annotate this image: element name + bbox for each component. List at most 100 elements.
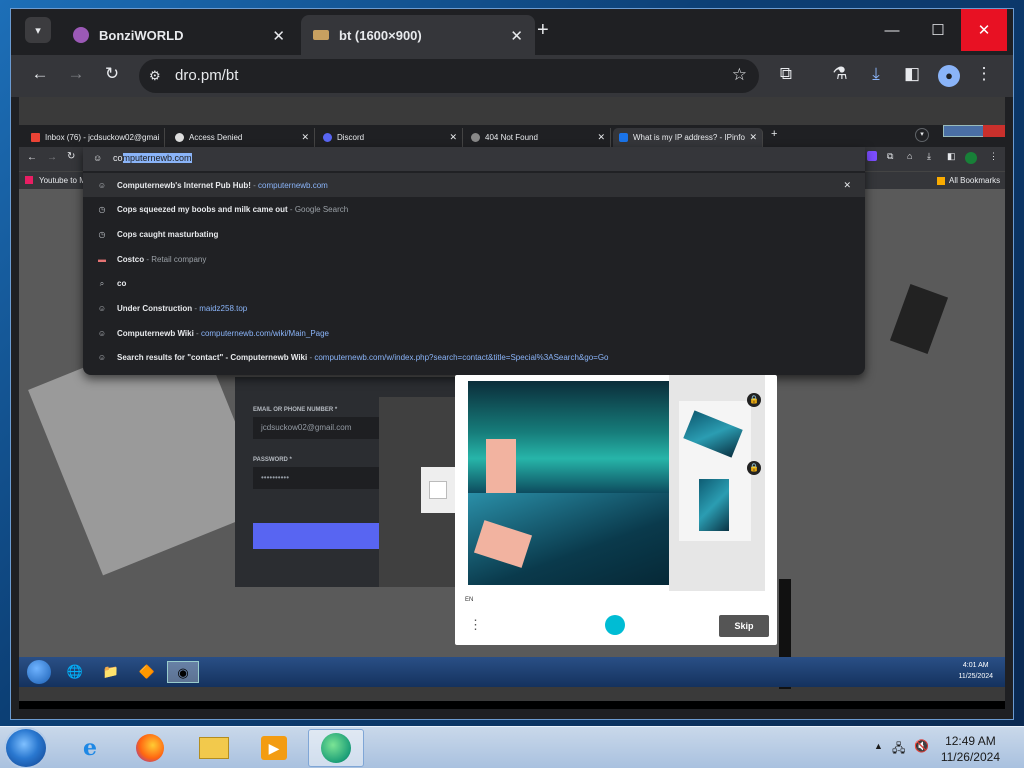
skip-button[interactable]: Skip (719, 615, 769, 637)
site-info-icon[interactable]: ⚙ (149, 68, 161, 84)
inner-menu-icon[interactable]: ⋮ (989, 151, 998, 162)
close-tab-icon[interactable]: ✕ (301, 132, 309, 143)
close-tab-icon[interactable]: ✕ (597, 132, 605, 143)
close-tab-icon[interactable]: ✕ (510, 27, 523, 45)
lock-icon: 🔒 (747, 461, 761, 475)
omnibox-suggestion[interactable]: ▬ Costco - Retail company (83, 247, 865, 271)
omnibox-suggestion[interactable]: ☺ Computernewb Wiki - computernewb.com/wi… (83, 321, 865, 345)
menu-icon[interactable]: ⋮ (973, 64, 995, 84)
password-label: PASSWORD * (253, 457, 292, 463)
firefox-icon[interactable] (122, 729, 178, 767)
inner-cast-icon[interactable]: ⌂ (907, 151, 912, 161)
puzzle-piece-card-2[interactable] (679, 471, 751, 541)
back-icon[interactable]: ← (29, 64, 51, 84)
bonzi-favicon-icon (73, 27, 89, 43)
file-explorer-icon[interactable] (186, 729, 242, 767)
language-selector[interactable]: EN (465, 597, 473, 603)
inner-start-button[interactable] (27, 660, 51, 684)
suggestion-detail: maidz258.top (199, 304, 248, 313)
puzzle-piece-2[interactable] (699, 479, 729, 531)
new-tab-button[interactable]: + (537, 19, 549, 42)
suggestion-detail: computernewb.com/w/index.php?search=cont… (314, 353, 609, 363)
inner-date: 11/25/2024 (958, 673, 993, 680)
clock[interactable]: 12:49 AM 11/26/2024 (941, 733, 1000, 765)
all-bookmarks-link[interactable]: All Bookmarks (949, 176, 1000, 185)
tab-bonziworld[interactable]: BonziWORLD ✕ (61, 15, 297, 55)
gmail-icon (31, 133, 40, 142)
inner-explorer-icon[interactable]: 📁 (95, 661, 127, 683)
puzzle-piece-card-1[interactable] (679, 401, 751, 471)
inner-address-bar[interactable]: ☺ computernewb.com (83, 147, 865, 171)
inner-tab-404[interactable]: 404 Not Found ✕ (465, 128, 611, 147)
maximize-button[interactable]: ☐ (915, 9, 961, 51)
bookmark-youtube-to-mp3[interactable]: Youtube to M (39, 176, 86, 185)
captcha-checkbox[interactable] (429, 481, 447, 499)
tab-bt[interactable]: bt (1600×900) ✕ (301, 15, 535, 55)
inner-tab-ipinfo[interactable]: What is my IP address? - IPinfo ✕ (613, 128, 763, 147)
close-window-button[interactable]: ✕ (961, 9, 1007, 51)
close-tab-icon[interactable]: ✕ (272, 27, 285, 45)
omnibox-suggestion[interactable]: ☺ Under Construction - maidz258.top (83, 297, 865, 321)
url-text[interactable]: dro.pm/bt (175, 67, 238, 84)
inner-vlc-icon[interactable]: 🔶 (131, 661, 163, 683)
inner-download-icon[interactable]: ⤓ (927, 151, 931, 162)
extensions-icon[interactable]: ⧉ (775, 64, 797, 84)
download-icon[interactable]: ⤓ (865, 64, 887, 84)
network-icon[interactable]: 🖧 (892, 739, 905, 760)
omnibox-suggestion[interactable]: ☺ Search results for "contact" - Computer… (83, 346, 865, 370)
history-icon: ◷ (98, 229, 106, 239)
vm-viewer-icon[interactable] (308, 729, 364, 767)
remote-screen[interactable]: Inbox (76) - jcdsuckow02@gmai Access Den… (19, 97, 1005, 701)
inner-reload-icon[interactable]: ↻ (67, 151, 75, 162)
inner-close-button[interactable] (983, 125, 1005, 137)
reload-icon[interactable]: ↻ (101, 64, 123, 84)
inner-back-icon[interactable]: ← (27, 152, 37, 163)
inner-chrome-icon[interactable]: ◉ (167, 661, 199, 683)
inner-ie-icon[interactable]: 🌐 (59, 661, 91, 683)
inner-tab-discord[interactable]: Discord ✕ (317, 128, 463, 147)
inner-profile-icon[interactable] (965, 152, 977, 164)
suggestion-text: Computernewb's Internet Pub Hub! - compu… (117, 181, 328, 190)
extension-icon[interactable] (867, 151, 877, 161)
labs-icon[interactable]: ⚗ (829, 64, 851, 84)
media-player-icon[interactable]: ▶ (246, 729, 302, 767)
inner-extensions-icon[interactable]: ⧉ (887, 151, 893, 162)
typed-text: co (113, 153, 123, 163)
close-tab-icon[interactable]: ✕ (749, 132, 757, 143)
remove-suggestion-icon[interactable]: ✕ (843, 180, 851, 191)
tab-search-button[interactable]: ▾ (25, 17, 51, 43)
inner-tab-search-icon[interactable]: ▾ (915, 128, 929, 142)
tab-title: bt (1600×900) (339, 27, 422, 43)
omnibox-suggestion[interactable]: ◷ Cops squeezed my boobs and milk came ou… (83, 198, 865, 222)
internet-explorer-icon[interactable]: e (62, 729, 118, 767)
puzzle-piece-1[interactable] (683, 410, 743, 458)
suggestion-text: Search results for "contact" - Computern… (117, 353, 609, 362)
show-hidden-icons-icon[interactable]: ▲ (874, 741, 883, 751)
captcha-menu-icon[interactable]: ⋮ (469, 617, 482, 633)
minimize-button[interactable]: — (869, 9, 915, 51)
profile-avatar-icon[interactable]: ● (938, 65, 960, 87)
omnibox-suggestion[interactable]: ◷ Cops caught masturbating (83, 222, 865, 246)
omnibox-text[interactable]: computernewb.com (113, 153, 192, 163)
start-button[interactable] (4, 727, 48, 768)
inner-side-panel-icon[interactable]: ◧ (947, 151, 956, 162)
omnibox-suggestion[interactable]: ☺ Computernewb's Internet Pub Hub! - comp… (83, 173, 865, 197)
discord-icon (323, 133, 332, 142)
bookmark-star-icon[interactable]: ☆ (732, 65, 747, 85)
inner-tab-gmail[interactable]: Inbox (76) - jcdsuckow02@gmai (25, 128, 165, 147)
inner-forward-icon[interactable]: → (47, 152, 57, 163)
inner-new-tab-button[interactable]: + (771, 128, 777, 140)
suggestion-title: co (117, 279, 127, 289)
inner-tab-access-denied[interactable]: Access Denied ✕ (169, 128, 315, 147)
side-panel-icon[interactable]: ◧ (901, 64, 923, 84)
volume-muted-icon[interactable]: 🔇 (914, 739, 929, 753)
outer-browser-window: ▾ BonziWORLD ✕ bt (1600×900) ✕ + — ☐ ✕ ←… (10, 8, 1014, 720)
omnibox-suggestion[interactable]: ⌕ co (83, 272, 865, 296)
outer-tab-strip: ▾ BonziWORLD ✕ bt (1600×900) ✕ + — ☐ ✕ (11, 9, 1013, 55)
forward-icon[interactable]: → (65, 64, 87, 84)
tab-title: Access Denied (189, 133, 243, 142)
address-bar[interactable]: ⚙ dro.pm/bt ☆ (139, 59, 759, 93)
captcha-puzzle-image[interactable] (468, 381, 672, 585)
captcha-checkbox-area[interactable] (421, 467, 457, 513)
close-tab-icon[interactable]: ✕ (449, 132, 457, 143)
